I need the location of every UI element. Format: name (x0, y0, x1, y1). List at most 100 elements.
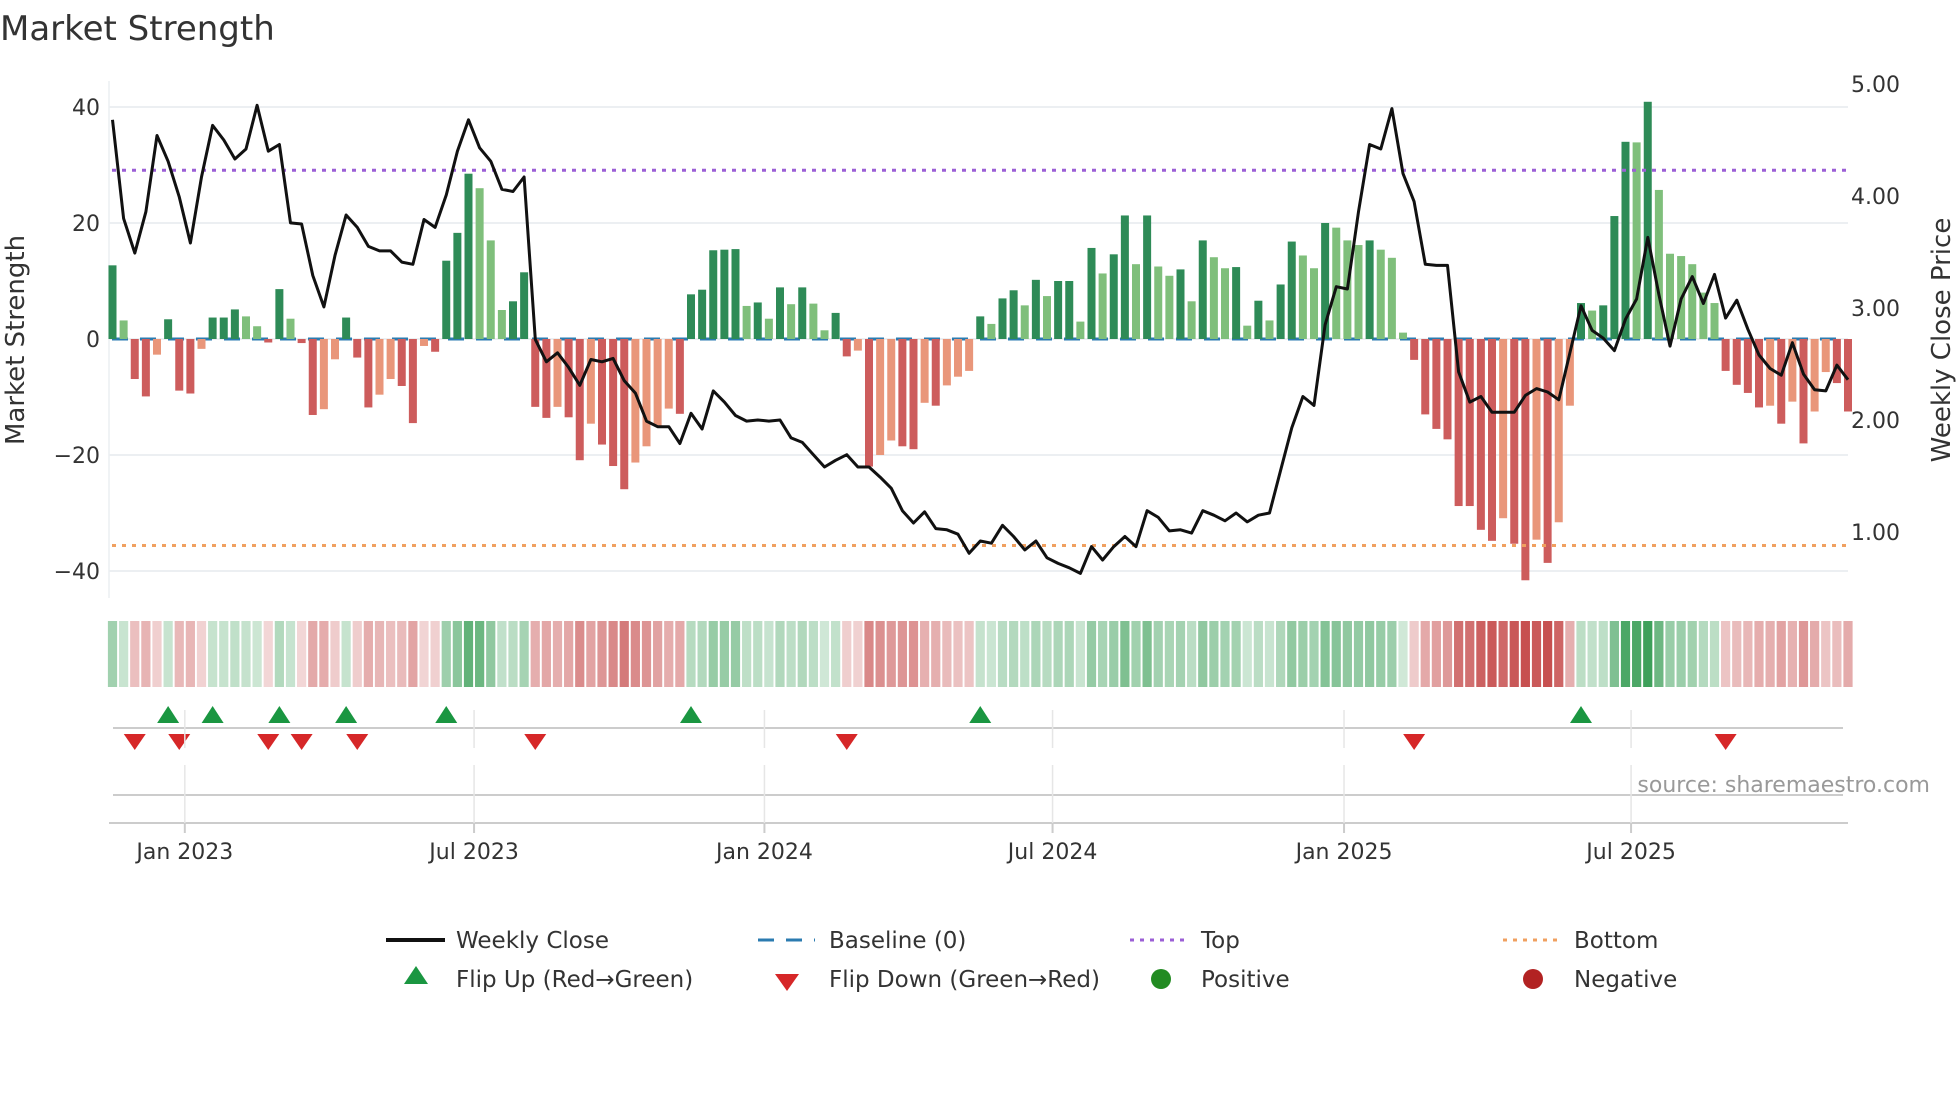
flip-down-marker (524, 734, 547, 750)
heatmap-cell (653, 621, 663, 687)
heatmap-cell (831, 621, 841, 687)
positive-bar (1054, 281, 1063, 339)
negative-bar (598, 339, 606, 445)
heatmap-cell (1765, 621, 1775, 687)
positive-bar (1298, 255, 1307, 339)
heatmap-cell (308, 621, 318, 687)
positive-bar (230, 309, 239, 339)
heatmap-cell (1409, 621, 1419, 687)
heatmap-cell (1098, 621, 1108, 687)
flip-down-marker (123, 734, 146, 750)
negative-bar (1743, 339, 1752, 393)
negative-bar (1766, 339, 1775, 406)
flip-down-marker (1714, 734, 1737, 750)
negative-bar (865, 339, 873, 467)
positive-bar (486, 240, 495, 339)
heatmap-cell (1187, 621, 1197, 687)
negative-bar (620, 339, 629, 490)
heatmap-cell (475, 621, 485, 687)
legend-negative: Negative (1574, 967, 1677, 993)
heatmap-cell (742, 621, 752, 687)
heatmap-cell (708, 621, 718, 687)
positive-bar (497, 310, 506, 339)
heatmap-cell (1398, 621, 1408, 687)
heatmap-cell (1120, 621, 1130, 687)
market-strength-chart: Market Strength 40 20 0 −20 −40 5.00 4.00 3.00… (0, 9, 1957, 993)
heatmap-cell (130, 621, 140, 687)
heatmap-cell (174, 621, 184, 687)
heatmap-cell (719, 621, 729, 687)
heatmap-cell (1365, 621, 1375, 687)
legend: Weekly Close Baseline (0) Top Bottom Fli… (386, 928, 1677, 993)
flip-down-marker (168, 734, 191, 750)
negative-bar (1832, 339, 1841, 384)
heatmap-cell (875, 621, 885, 687)
heatmap-cell (864, 621, 874, 687)
positive-bar (1132, 264, 1140, 339)
positive-bar (1065, 281, 1074, 339)
x-tick-label: Jul 2025 (1584, 840, 1676, 865)
y-tick-label: 40 (72, 96, 100, 121)
negative-bar (1443, 339, 1452, 440)
negative-bar (353, 339, 362, 358)
flip-down-marker (1403, 734, 1426, 750)
flip-down-marker (346, 734, 369, 750)
heatmap-cell (497, 621, 507, 687)
flip-up-marker (201, 706, 224, 723)
y2-tick-label: 3.00 (1851, 297, 1900, 322)
heatmap-cell (530, 621, 540, 687)
heatmap-cell (1843, 621, 1853, 687)
heatmap-cell (1787, 621, 1797, 687)
heatmap-cell (274, 621, 284, 687)
positive-bar (742, 305, 751, 339)
heatmap-cell (1454, 621, 1464, 687)
heatmap-cell (1531, 621, 1542, 687)
negative-bar (664, 339, 673, 409)
heatmap-cell (1164, 621, 1174, 687)
negative-bar (308, 339, 317, 415)
heatmap-cell (196, 621, 207, 687)
positive-bar (809, 303, 818, 339)
negative-bar (141, 339, 150, 397)
heatmap-cell (775, 621, 785, 687)
negative-bar (1821, 339, 1830, 373)
heatmap-cell (1509, 621, 1519, 687)
positive-bar (720, 249, 729, 339)
positive-bar (1265, 320, 1274, 339)
negative-bar (642, 339, 651, 447)
heatmap-cell (441, 621, 451, 687)
negative-bar (1732, 339, 1741, 385)
x-tick-label: Jan 2025 (1294, 840, 1393, 865)
flip-up-icon (404, 966, 428, 984)
positive-bar (698, 289, 707, 339)
heatmap-cell (1342, 621, 1352, 687)
negative-bar (553, 339, 562, 407)
negative-bar (842, 339, 851, 357)
heatmap-cell (931, 621, 941, 687)
flip-down-marker (257, 734, 280, 750)
positive-bar (1109, 254, 1118, 339)
heatmap-cell (107, 621, 118, 687)
legend-flip-up: Flip Up (Red→Green) (456, 967, 693, 993)
heatmap-cell (1053, 621, 1063, 687)
flip-down-marker (290, 734, 313, 750)
negative-bar (1810, 339, 1819, 412)
heatmap-cell (1776, 621, 1786, 687)
negative-bar (1488, 339, 1496, 541)
heatmap-cell (1798, 621, 1809, 687)
positive-bar (108, 265, 117, 339)
positive-bar (1076, 321, 1085, 339)
y-tick-label: 20 (72, 212, 100, 237)
heatmap-cell (686, 621, 696, 687)
heatmap-cell (1754, 621, 1764, 687)
heatmap-cell (1431, 621, 1441, 687)
heatmap-cell (564, 621, 574, 687)
negative-bar (586, 339, 595, 424)
negative-bar (909, 339, 918, 450)
legend-bottom: Bottom (1574, 928, 1658, 954)
heatmap-cell (641, 621, 652, 687)
heatmap-cell (1198, 621, 1208, 687)
positive-dot-icon (1151, 969, 1171, 989)
heatmap-cell (886, 621, 896, 687)
heatmap-cell (1376, 621, 1386, 687)
